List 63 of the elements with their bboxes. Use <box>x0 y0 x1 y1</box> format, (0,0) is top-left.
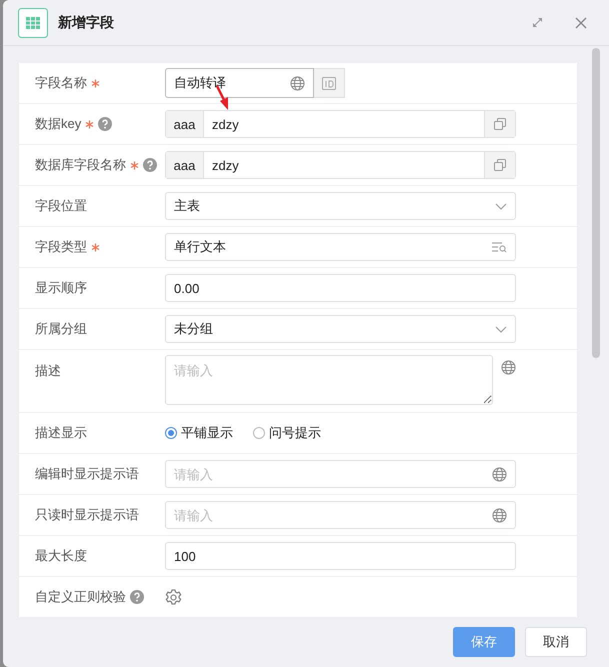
chevron-down-icon <box>495 326 507 332</box>
copy-icon <box>493 117 507 131</box>
field-label: 字段位置 <box>35 197 87 215</box>
field-label: 最大长度 <box>35 547 87 565</box>
help-icon[interactable] <box>130 590 144 604</box>
input-field[interactable]: 0.00 <box>165 274 516 302</box>
field-text[interactable]: 100 <box>166 548 515 564</box>
table-icon <box>18 8 48 38</box>
expand-icon[interactable] <box>532 17 543 28</box>
field-text[interactable]: 自动转译 <box>166 76 290 90</box>
field-label: 描述 <box>35 362 61 380</box>
radio-label[interactable]: 问号提示 <box>269 424 321 442</box>
field-text[interactable]: zdzy <box>204 158 484 172</box>
select-field[interactable]: 未分组 <box>165 315 516 343</box>
input-field[interactable]: 100 <box>165 542 516 570</box>
prefix-label: aaa <box>166 152 204 178</box>
field-label: 显示顺序 <box>35 279 87 297</box>
name-field[interactable]: 自动转译 <box>165 68 314 98</box>
field-label: 数据库字段名称 <box>35 156 126 174</box>
globe-icon[interactable] <box>492 466 507 482</box>
field-text[interactable]: zdzy <box>204 116 484 132</box>
globe-icon[interactable] <box>501 360 516 375</box>
field-text[interactable]: 请输入 <box>166 508 492 522</box>
input-field[interactable]: 请输入 <box>165 501 516 529</box>
field-text[interactable]: 请输入 <box>166 466 492 482</box>
radio-button[interactable] <box>165 427 177 439</box>
lookup-field[interactable]: 单行文本 <box>165 233 516 261</box>
field-label: 字段名称 <box>35 74 87 92</box>
close-icon[interactable] <box>575 16 587 28</box>
dialog-title: 新增字段 <box>58 14 115 32</box>
globe-icon[interactable] <box>492 508 507 522</box>
field-label: 编辑时显示提示语 <box>35 465 139 483</box>
list-search-icon <box>492 242 507 252</box>
scrollbar[interactable] <box>592 48 600 358</box>
globe-icon[interactable] <box>290 76 305 90</box>
radio-label[interactable]: 平铺显示 <box>181 424 233 442</box>
select-field[interactable]: 主表 <box>165 192 516 220</box>
copy-icon <box>493 158 507 172</box>
key-field[interactable]: aaa zdzy <box>165 151 516 179</box>
cancel-button[interactable]: 取消 <box>525 627 587 657</box>
prefix-label: aaa <box>166 111 204 137</box>
help-icon[interactable] <box>143 158 157 172</box>
input-field[interactable]: 请输入 <box>165 460 516 488</box>
field-label: 数据key <box>35 115 82 133</box>
field-text[interactable]: 主表 <box>166 198 495 214</box>
help-icon[interactable] <box>98 117 112 131</box>
field-label: 只读时显示提示语 <box>35 506 139 524</box>
key-field[interactable]: aaa zdzy <box>165 110 516 138</box>
chevron-down-icon <box>495 202 507 210</box>
field-label: 所属分组 <box>35 320 87 338</box>
radio-button[interactable] <box>253 427 265 439</box>
gear-icon[interactable] <box>165 588 182 606</box>
field-label: 字段类型 <box>35 238 87 256</box>
id-button[interactable] <box>314 68 345 98</box>
field-text[interactable]: 单行文本 <box>166 240 492 254</box>
id-icon <box>322 76 336 90</box>
field-text[interactable]: 请输入 <box>166 356 492 404</box>
field-label: 描述显示 <box>35 424 87 442</box>
field-text[interactable]: 未分组 <box>166 322 495 336</box>
copy-button[interactable] <box>484 111 515 137</box>
copy-button[interactable] <box>484 152 515 178</box>
field-label: 自定义正则校验 <box>35 588 126 606</box>
field-text[interactable]: 0.00 <box>166 280 515 296</box>
